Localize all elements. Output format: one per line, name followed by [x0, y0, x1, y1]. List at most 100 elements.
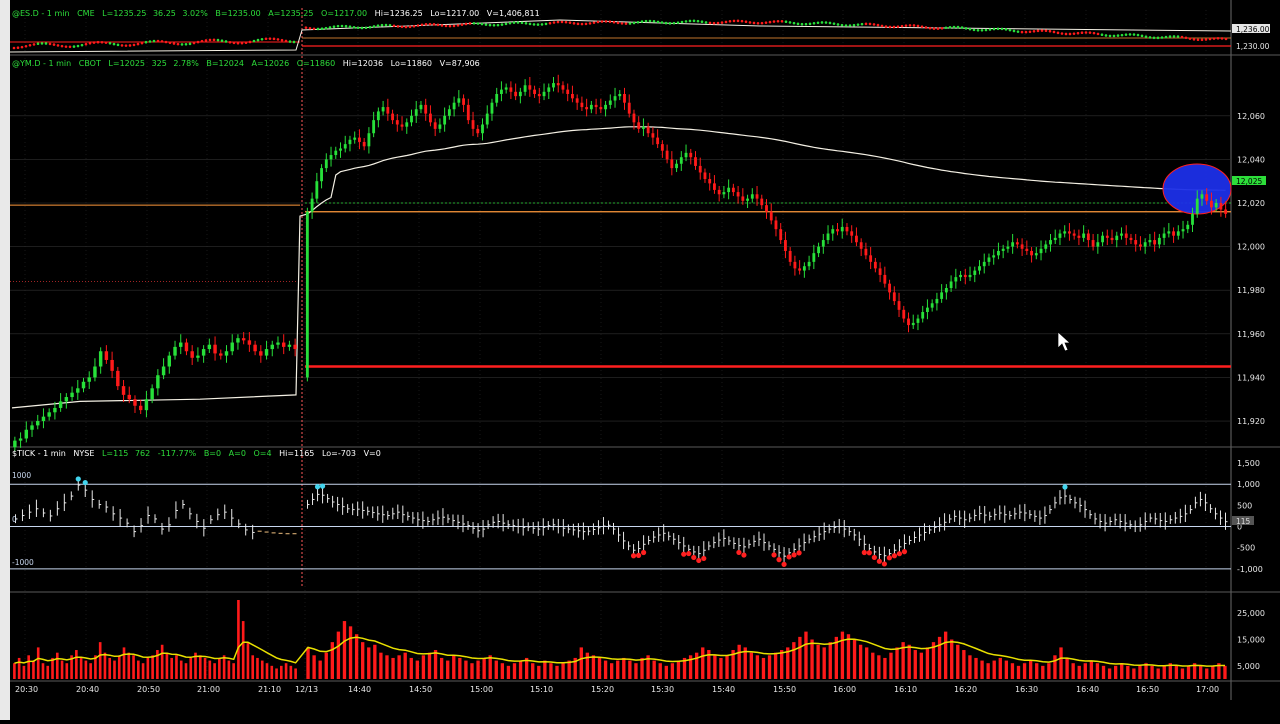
es-price-dot	[1100, 33, 1104, 37]
es-price-dot	[356, 26, 360, 30]
candle-up	[973, 270, 977, 275]
es-price-dot	[676, 21, 680, 25]
es-price-dot	[776, 19, 780, 23]
candle-down	[395, 120, 399, 125]
tick-low-dot	[686, 550, 692, 557]
candle-up	[287, 344, 292, 347]
es-price-dot	[1072, 32, 1076, 35]
candle-up	[18, 438, 23, 441]
es-price-dot	[568, 21, 572, 24]
candle-up	[1195, 198, 1199, 214]
candle-down	[1210, 200, 1213, 208]
price-axis-label: 12,040	[1237, 155, 1265, 164]
candle-down	[703, 172, 707, 180]
es-bid: B=1235.00	[215, 9, 260, 18]
es-price-dot	[284, 39, 288, 43]
es-price-dot	[1184, 36, 1188, 40]
es-price-dot	[360, 26, 364, 30]
candle-down	[623, 93, 626, 103]
es-price-dot	[492, 24, 496, 27]
es-price-dot	[1016, 30, 1020, 33]
es-price-dot	[304, 26, 308, 29]
es-price-dot	[200, 39, 204, 43]
es-price-dot	[116, 43, 120, 47]
candle-down	[694, 157, 697, 166]
candle-up	[1191, 213, 1194, 225]
es-price-dot	[728, 20, 732, 23]
candle-down	[878, 268, 882, 275]
es-price-dot	[340, 24, 344, 28]
candle-up	[916, 318, 920, 323]
es-price-dot	[168, 41, 172, 45]
es-price-dot	[392, 24, 396, 28]
time-axis-label: 20:50	[137, 685, 160, 694]
candle-up	[173, 346, 177, 356]
es-price-dot	[624, 22, 628, 25]
es-price-dot	[856, 23, 860, 26]
es-price-dot	[244, 41, 248, 45]
time-axis-label: 20:30	[15, 685, 38, 694]
es-price-dot	[380, 23, 384, 27]
es-price-dot	[524, 21, 528, 25]
es-price-dot	[32, 43, 36, 46]
price-axis-label: 11,960	[1237, 330, 1265, 339]
es-price-dot	[456, 24, 460, 27]
es-price-dot	[696, 19, 700, 23]
es-price-dot	[548, 21, 552, 25]
es-price-dot	[1088, 31, 1092, 34]
candle-down	[774, 220, 778, 230]
candle-down	[769, 211, 773, 221]
es-price-dot	[708, 21, 712, 25]
es-axis-label-top: 1,236.00	[1236, 25, 1270, 34]
candle-down	[760, 198, 764, 206]
ym-low: Lo=11860	[391, 59, 432, 68]
es-price-dot	[1060, 32, 1064, 35]
candle-down	[110, 359, 114, 371]
es-price-dot	[484, 23, 488, 26]
es-volume: V=1,406,811	[487, 9, 540, 18]
es-price-dot	[64, 45, 68, 48]
es-price-dot	[720, 21, 724, 24]
candle-up	[997, 250, 1000, 256]
es-high: Hi=1236.25	[375, 9, 423, 18]
es-price-dot	[1148, 36, 1152, 39]
price-axis-label: 12,060	[1237, 112, 1265, 121]
es-price-dot	[240, 41, 244, 45]
candle-down	[213, 344, 217, 354]
candle-down	[424, 104, 428, 114]
es-price-dot	[844, 24, 848, 27]
es-price-dot	[1224, 37, 1228, 41]
es-price-dot	[44, 42, 48, 45]
es-price-dot	[504, 22, 508, 26]
es-price-dot	[764, 21, 768, 24]
es-price-dot	[236, 41, 240, 45]
es-price-dot	[124, 44, 128, 47]
es-price-dot	[756, 21, 760, 25]
tick-low-dot	[876, 558, 882, 564]
tick-high-dot	[75, 476, 81, 482]
candle-down	[741, 196, 745, 201]
es-price-dot	[52, 43, 56, 46]
candle-down	[859, 242, 863, 249]
candle-up	[1049, 240, 1052, 245]
tick-low-dot	[701, 555, 707, 562]
tick-low-dot	[891, 553, 898, 559]
es-price-dot	[992, 27, 996, 31]
ym-high: Hi=12036	[343, 59, 383, 68]
candle-up	[921, 312, 925, 319]
es-price-dot	[976, 28, 980, 32]
candle-down	[1025, 248, 1029, 251]
candle-down	[1153, 240, 1157, 245]
es-price-dot	[500, 23, 504, 26]
candle-down	[121, 386, 126, 395]
tick-exchange: NYSE	[73, 449, 94, 458]
candle-up	[1011, 242, 1015, 247]
candle-up	[315, 181, 319, 199]
es-price-dot	[120, 44, 124, 47]
candle-up	[1039, 248, 1043, 254]
es-price-dot	[408, 25, 412, 29]
candle-up	[207, 344, 212, 350]
es-price-dot	[536, 23, 540, 26]
tick-level-label-minus-1000: -1000	[12, 558, 34, 567]
volume-axis-label: 5,000	[1237, 662, 1260, 671]
